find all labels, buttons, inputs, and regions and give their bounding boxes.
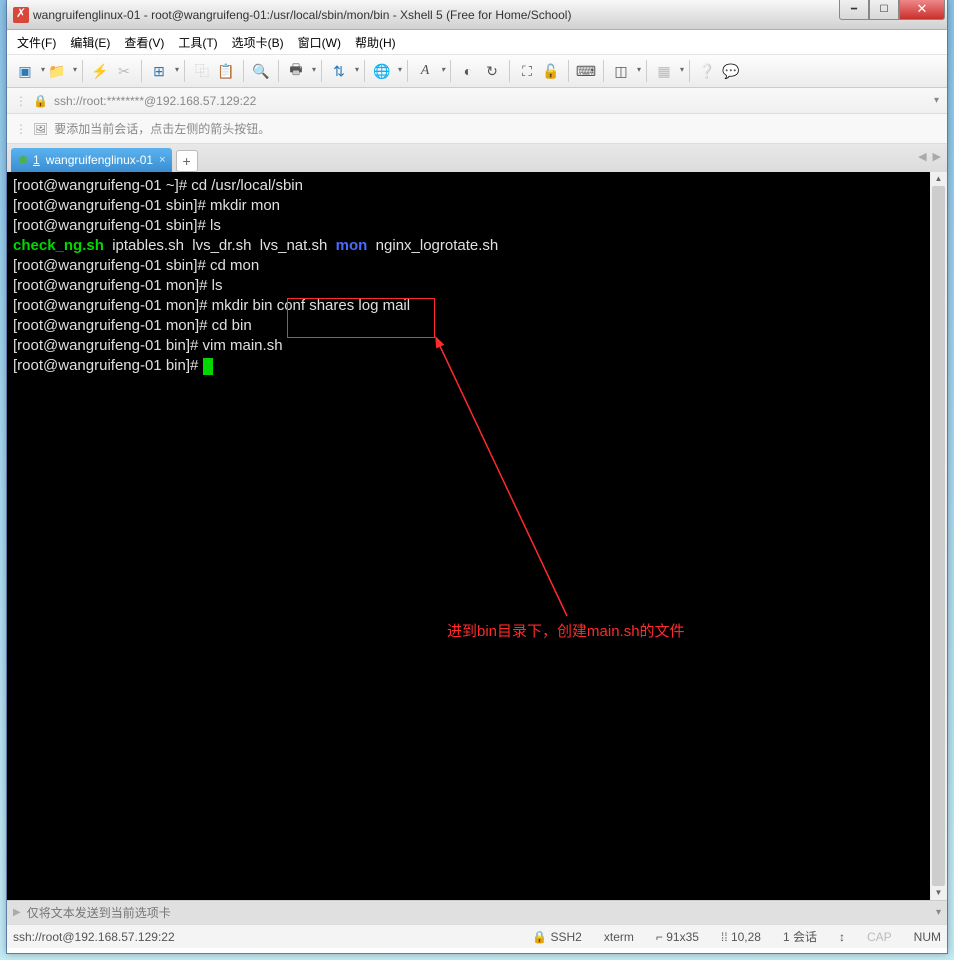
scroll-up-icon[interactable]: ▲ xyxy=(930,172,947,186)
status-size: ⌐ 91x35 xyxy=(656,930,699,944)
new-session-icon[interactable]: ▣ xyxy=(15,61,43,81)
handle-icon: ⋮ xyxy=(15,122,27,136)
hint-text: 要添加当前会话，点击左侧的箭头按钮。 xyxy=(54,120,270,137)
menu-window[interactable]: 窗口(W) xyxy=(298,34,341,51)
new-tab-button[interactable]: + xyxy=(176,150,198,172)
menu-tabs[interactable]: 选项卡(B) xyxy=(232,34,284,51)
separator xyxy=(243,60,244,82)
menu-tools[interactable]: 工具(T) xyxy=(178,34,217,51)
hint-bar: ⋮ 🖼 要添加当前会话，点击左侧的箭头按钮。 xyxy=(7,114,947,144)
addressbar: ⋮ 🔒 ssh://root:********@192.168.57.129:2… xyxy=(7,88,947,114)
app-window: wangruifenglinux-01 - root@wangruifeng-0… xyxy=(6,0,948,954)
tab-prefix: 1 xyxy=(33,153,40,167)
command-input[interactable] xyxy=(27,906,930,920)
menu-help[interactable]: 帮助(H) xyxy=(355,34,396,51)
maximize-button[interactable]: ☐ xyxy=(869,0,899,20)
toolbar: ▣ 📁 ⚡ ✂ ⊞ ⿻ 📋 🔍 🖶 ⇅ 🌐 A ◐ ↻ ⛶ 🔓 ⌨ ◫ ▦ ❔ … xyxy=(7,54,947,88)
window-title: wangruifenglinux-01 - root@wangruifeng-0… xyxy=(33,8,839,22)
send-icon[interactable]: ▶ xyxy=(13,907,21,918)
separator xyxy=(364,60,365,82)
separator xyxy=(450,60,451,82)
tab-next-icon[interactable]: ▶ xyxy=(933,150,941,163)
tab-prev-icon[interactable]: ◀ xyxy=(918,150,926,163)
session-tab[interactable]: 1 wangruifenglinux-01 × xyxy=(11,148,172,172)
forum-icon[interactable]: 💬 xyxy=(721,61,741,81)
separator xyxy=(603,60,604,82)
command-input-bar: ▶ ▾ xyxy=(7,900,947,924)
properties-icon[interactable]: ⊞ xyxy=(149,61,177,81)
separator xyxy=(184,60,185,82)
fullscreen-icon[interactable]: ⛶ xyxy=(517,61,537,81)
terminal[interactable]: [root@wangruifeng-01 ~]# cd /usr/local/s… xyxy=(7,172,947,900)
address-text[interactable]: ssh://root:********@192.168.57.129:22 xyxy=(54,94,928,108)
disconnect-icon[interactable]: ✂ xyxy=(114,61,134,81)
scroll-thumb[interactable] xyxy=(932,186,945,886)
layout-icon[interactable]: ◫ xyxy=(611,61,639,81)
minimize-button[interactable]: ━ xyxy=(839,0,869,20)
app-icon xyxy=(13,7,29,23)
separator xyxy=(407,60,408,82)
separator xyxy=(646,60,647,82)
titlebar[interactable]: wangruifenglinux-01 - root@wangruifeng-0… xyxy=(7,0,947,30)
status-sessions: 1 会话 xyxy=(783,928,817,945)
lock-icon[interactable]: 🔓 xyxy=(541,61,561,81)
tab-nav: ◀ ▶ xyxy=(918,150,941,163)
tab-label: wangruifenglinux-01 xyxy=(46,153,153,167)
status-num: NUM xyxy=(914,930,941,944)
scroll-down-icon[interactable]: ▼ xyxy=(930,886,947,900)
statusbar: ssh://root@192.168.57.129:22 🔒 SSH2 xter… xyxy=(7,924,947,948)
transfer-icon[interactable]: ⇅ xyxy=(329,61,357,81)
annotation-text: 进到bin目录下，创建main.sh的文件 xyxy=(447,622,685,642)
print-icon[interactable]: 🖶 xyxy=(286,61,314,81)
status-caps: CAP xyxy=(867,930,892,944)
separator xyxy=(141,60,142,82)
refresh-icon[interactable]: ↻ xyxy=(482,61,502,81)
status-cursor-pos: ⁞⁞ 10,28 xyxy=(721,930,761,944)
status-terminal-type: xterm xyxy=(604,930,634,944)
paste-icon[interactable]: 📋 xyxy=(216,61,236,81)
copy-icon[interactable]: ⿻ xyxy=(192,61,212,81)
handle-icon: ⋮ xyxy=(15,94,27,108)
menu-view[interactable]: 查看(V) xyxy=(124,34,164,51)
address-dropdown-icon[interactable]: ▾ xyxy=(934,95,939,106)
search-icon[interactable]: 🔍 xyxy=(251,61,271,81)
help-icon[interactable]: ❔ xyxy=(697,61,717,81)
globe-icon[interactable]: 🌐 xyxy=(372,61,400,81)
bookmark-icon[interactable]: 🖼 xyxy=(33,122,48,136)
tab-close-icon[interactable]: × xyxy=(159,154,165,166)
separator xyxy=(689,60,690,82)
status-connection: ssh://root@192.168.57.129:22 xyxy=(13,930,532,944)
separator xyxy=(82,60,83,82)
separator xyxy=(509,60,510,82)
status-protocol: 🔒 SSH2 xyxy=(532,930,582,944)
status-resize-icon[interactable]: ↕ xyxy=(839,930,845,944)
annotation-arrow-icon xyxy=(427,336,627,636)
tabbar: 1 wangruifenglinux-01 × + ◀ ▶ xyxy=(7,144,947,172)
menubar: 文件(F) 编辑(E) 查看(V) 工具(T) 选项卡(B) 窗口(W) 帮助(… xyxy=(7,30,947,54)
terminal-scrollbar[interactable]: ▲ ▼ xyxy=(930,172,947,900)
open-icon[interactable]: 📁 xyxy=(47,61,75,81)
moon-icon[interactable]: ◐ xyxy=(458,61,478,81)
lock-small-icon: 🔒 xyxy=(33,94,48,108)
keyboard-icon[interactable]: ⌨ xyxy=(576,61,596,81)
window-controls: ━ ☐ ✕ xyxy=(839,0,945,20)
menu-edit[interactable]: 编辑(E) xyxy=(70,34,110,51)
separator xyxy=(568,60,569,82)
separator xyxy=(321,60,322,82)
menu-file[interactable]: 文件(F) xyxy=(17,34,56,51)
cmdbar-dropdown-icon[interactable]: ▾ xyxy=(936,907,941,918)
close-button[interactable]: ✕ xyxy=(899,0,945,20)
tile-icon[interactable]: ▦ xyxy=(654,61,682,81)
connect-icon[interactable]: ⚡ xyxy=(90,61,110,81)
font-icon[interactable]: A xyxy=(415,61,443,81)
status-dot-icon xyxy=(19,156,27,164)
separator xyxy=(278,60,279,82)
